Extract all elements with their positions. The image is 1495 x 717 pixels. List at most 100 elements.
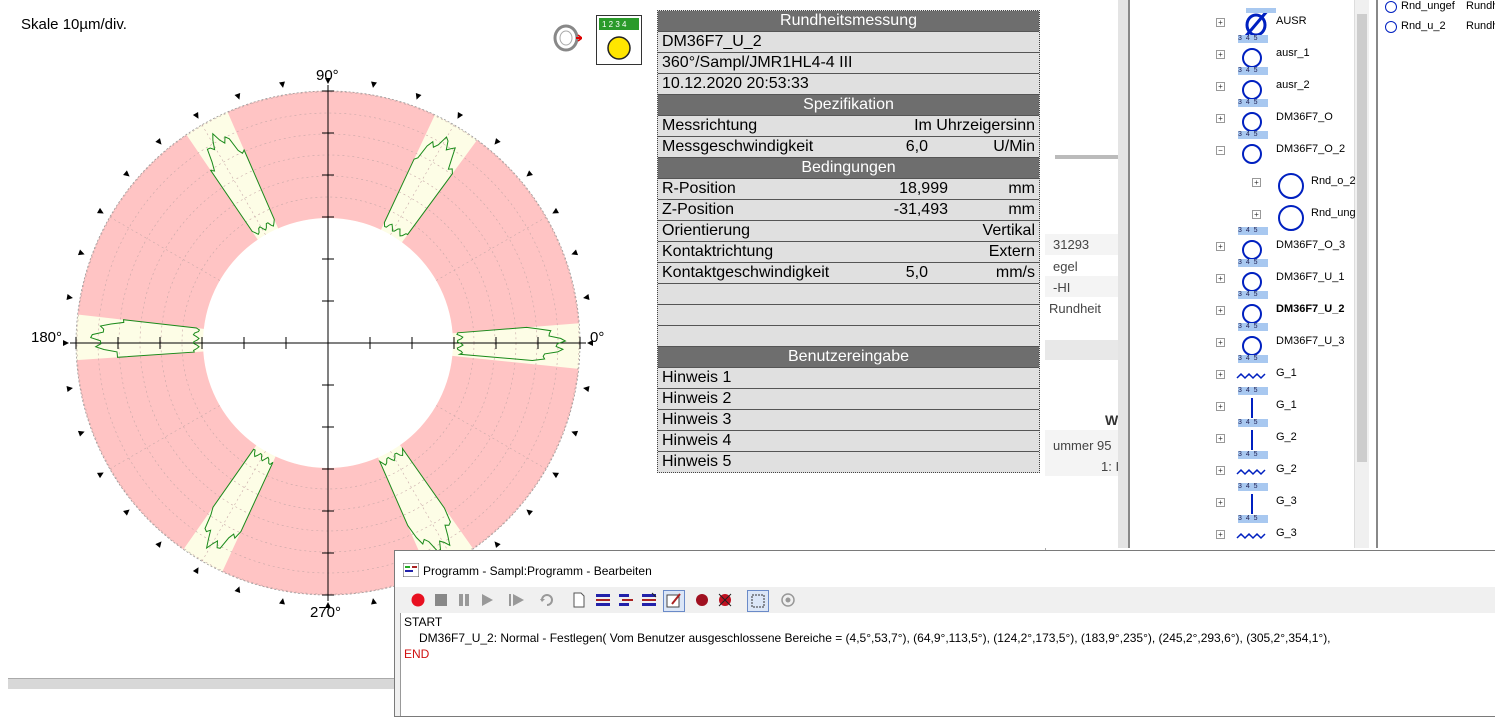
tree-item-label[interactable]: DM36F7_U_1 <box>1276 271 1344 283</box>
tree-scrollbar-thumb[interactable] <box>1357 14 1367 462</box>
tree-item-label[interactable]: ausr_2 <box>1276 79 1310 91</box>
program-value: 360°/Sampl/JMR1HL4-4 III <box>662 54 853 71</box>
record-button[interactable] <box>410 592 426 608</box>
breakpoint-icon[interactable] <box>694 592 710 608</box>
tree-item-label[interactable]: Rnd_ung <box>1311 207 1356 219</box>
circle-icon <box>1242 272 1262 292</box>
angle-marker <box>63 340 69 346</box>
prop-text-4: Rundheit <box>1049 301 1102 316</box>
wave-icon <box>1236 530 1268 544</box>
result-item-2-name[interactable]: Rnd_u_2 <box>1401 20 1446 32</box>
loop-icon[interactable] <box>539 592 555 608</box>
list-icon-1[interactable] <box>595 592 611 608</box>
tree-expander[interactable]: + <box>1216 530 1225 539</box>
row-orientierung: Orientierung Vertikal <box>658 221 1039 242</box>
angle-marker <box>123 509 130 516</box>
tree-item-label[interactable]: DM36F7_O_3 <box>1276 239 1345 251</box>
tree-item-label[interactable]: G_2 <box>1276 431 1297 443</box>
angle-marker <box>552 472 559 479</box>
line-icon <box>1250 430 1254 453</box>
angle-marker <box>234 586 241 594</box>
mid-panel-edge <box>1118 0 1128 548</box>
tree-expander[interactable]: − <box>1216 146 1225 155</box>
tree-item-label[interactable]: G_3 <box>1276 527 1297 539</box>
row-datetime: 10.12.2020 20:53:33 <box>658 74 1039 95</box>
horizontal-scrollbar[interactable] <box>8 678 398 689</box>
row-name: DM36F7_U_2 <box>658 32 1039 53</box>
tree-tag-icon: 3 4 5 <box>1238 483 1268 491</box>
tree-expander[interactable]: + <box>1216 402 1225 411</box>
tree-item-label[interactable]: G_1 <box>1276 399 1297 411</box>
program-line-end[interactable]: END <box>404 647 429 661</box>
element-tree: + AUSR +3 4 5 ausr_1 +3 4 5 ausr_2 +3 4 5 DM36F… <box>1128 0 1378 548</box>
tree-expander[interactable]: + <box>1216 114 1225 123</box>
tree-expander[interactable]: + <box>1216 306 1225 315</box>
gauge-icon[interactable]: 1 2 3 4 <box>596 15 642 65</box>
circle-icon <box>1242 144 1262 164</box>
tree-item-label[interactable]: Rnd_o_2 <box>1311 175 1356 187</box>
row-kontaktrichtung: Kontaktrichtung Extern <box>658 242 1039 263</box>
clear-breakpoint-icon[interactable] <box>717 592 733 608</box>
tree-expander[interactable]: + <box>1252 178 1261 187</box>
tree-expander[interactable]: + <box>1216 50 1225 59</box>
angle-marker <box>571 430 579 437</box>
program-editor[interactable]: START DM36F7_U_2: Normal - Festlegen( Vo… <box>400 613 1495 716</box>
step-button[interactable] <box>508 592 524 608</box>
tree-tag-icon: 3 4 5 <box>1238 35 1268 43</box>
orient-label: Orientierung <box>662 222 751 239</box>
list-icon-2[interactable] <box>618 592 634 608</box>
result-item-1-name[interactable]: Rnd_ungef <box>1401 0 1455 12</box>
ring-icon[interactable] <box>552 22 584 52</box>
tree-item-label[interactable]: AUSR <box>1276 15 1307 27</box>
list-icon-3[interactable] <box>641 592 657 608</box>
play-button[interactable] <box>479 592 495 608</box>
circle-icon <box>1242 240 1262 260</box>
circle-icon <box>1242 112 1262 132</box>
tree-expander[interactable]: + <box>1216 498 1225 507</box>
section-spezifikation: Spezifikation <box>658 95 1039 116</box>
select-icon[interactable] <box>747 590 769 612</box>
tree-item-label[interactable]: G_3 <box>1276 495 1297 507</box>
hinweis-4: Hinweis 4 <box>662 432 732 449</box>
tree-expander[interactable]: + <box>1216 466 1225 475</box>
tree-expander[interactable]: + <box>1216 18 1225 27</box>
prop-text-7: 1: I <box>1101 459 1120 474</box>
tree-item-label[interactable]: DM36F7_O_2 <box>1276 143 1345 155</box>
result-item-2-type: Rundh <box>1466 20 1495 32</box>
tree-item-label[interactable]: ausr_1 <box>1276 47 1310 59</box>
tree-expander[interactable]: + <box>1252 210 1261 219</box>
messgeschw-unit: U/Min <box>993 138 1035 155</box>
angle-marker <box>571 249 579 256</box>
tree-expander[interactable]: + <box>1216 370 1225 379</box>
tree-item-label[interactable]: DM36F7_U_2 <box>1276 303 1344 315</box>
tree-expander[interactable]: + <box>1216 338 1225 347</box>
pause-button[interactable] <box>456 592 472 608</box>
tree-expander[interactable]: + <box>1216 82 1225 91</box>
angle-marker <box>457 112 464 119</box>
tree-tag-icon: 3 4 5 <box>1238 323 1268 331</box>
row-empty-3 <box>658 326 1039 347</box>
tree-expander[interactable]: + <box>1216 434 1225 443</box>
angle-marker <box>77 430 85 437</box>
kontakt-value: Extern <box>988 243 1035 260</box>
tree-item-label[interactable]: G_1 <box>1276 367 1297 379</box>
tree-item-label[interactable]: DM36F7_O <box>1276 111 1333 123</box>
tree-expander[interactable]: + <box>1216 242 1225 251</box>
program-line-start[interactable]: START <box>404 615 442 629</box>
wave-icon <box>1236 370 1268 384</box>
program-line-command[interactable]: DM36F7_U_2: Normal - Festlegen( Vom Benu… <box>419 631 1331 645</box>
tree-scrollbar[interactable] <box>1354 0 1369 548</box>
tree-expander[interactable]: + <box>1216 274 1225 283</box>
target-icon[interactable] <box>780 592 796 608</box>
edit-icon[interactable] <box>663 590 685 612</box>
circle-icon <box>1242 304 1262 324</box>
tree-item-label[interactable]: G_2 <box>1276 463 1297 475</box>
program-title-bar[interactable]: Programm - Sampl:Programm - Bearbeiten <box>395 551 1495 587</box>
section-benutzereingabe: Benutzereingabe <box>658 347 1039 368</box>
stop-button[interactable] <box>433 592 449 608</box>
tree-item-label[interactable]: DM36F7_U_3 <box>1276 335 1344 347</box>
new-document-icon[interactable] <box>571 592 587 608</box>
tree-tag-icon: 3 4 5 <box>1238 131 1268 139</box>
angle-marker <box>494 138 501 145</box>
angle-marker <box>66 386 73 392</box>
